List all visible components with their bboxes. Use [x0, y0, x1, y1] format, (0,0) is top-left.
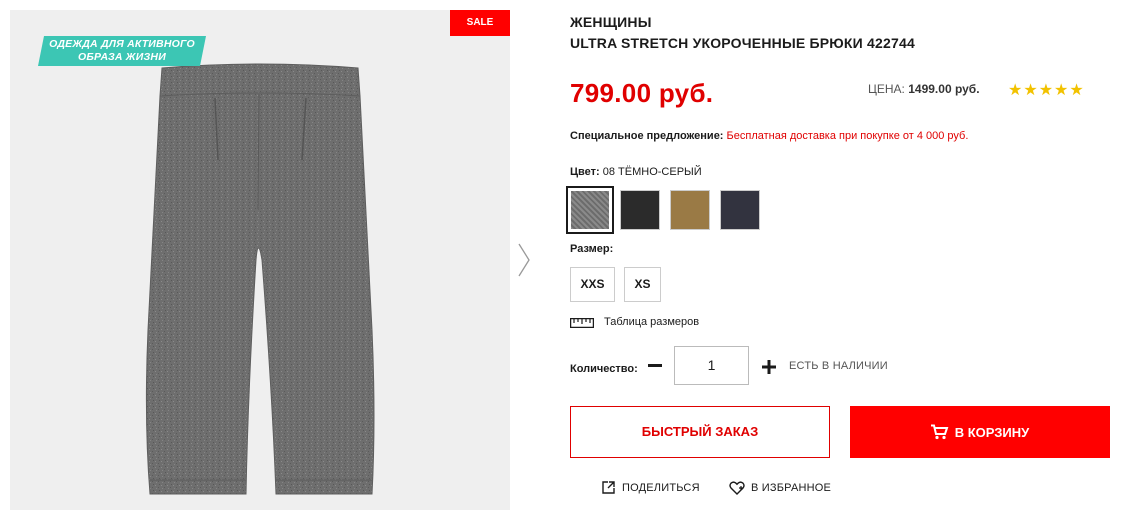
size-option-xs[interactable]: XS — [624, 267, 661, 302]
color-swatch-dark-gray[interactable] — [566, 186, 614, 234]
stock-status: ЕСТЬ В НАЛИЧИИ — [789, 360, 888, 372]
product-category: ЖЕНЩИНЫ — [570, 14, 652, 30]
rating-stars[interactable]: ★★★★★ — [1008, 80, 1085, 100]
share-icon — [602, 481, 615, 494]
color-label: Цвет: 08 ТЁМНО-СЕРЫЙ — [570, 166, 702, 178]
color-swatch-navy[interactable] — [720, 190, 760, 230]
cart-icon — [930, 424, 949, 440]
special-offer-text: Бесплатная доставка при покупке от 4 000… — [726, 130, 969, 142]
size-label: Размер: — [570, 243, 614, 255]
size-option-xxs[interactable]: XXS — [570, 267, 615, 302]
wishlist-link[interactable]: В ИЗБРАННОЕ — [729, 481, 831, 495]
sale-badge: SALE — [450, 10, 510, 36]
ruler-icon — [570, 318, 594, 328]
original-price-value: 1499.00 руб. — [908, 82, 980, 96]
active-lifestyle-badge-text: ОДЕЖДА ДЛЯ АКТИВНОГО ОБРАЗА ЖИЗНИ — [49, 38, 195, 63]
selected-color-name: 08 ТЁМНО-СЕРЫЙ — [602, 166, 702, 178]
special-offer: Специальное предложение: Бесплатная дост… — [570, 130, 968, 142]
active-lifestyle-badge: ОДЕЖДА ДЛЯ АКТИВНОГО ОБРАЗА ЖИЗНИ — [38, 36, 206, 66]
add-to-cart-label: В КОРЗИНУ — [954, 424, 1030, 440]
size-chart-label: Таблица размеров — [604, 316, 700, 328]
original-price: ЦЕНА: 1499.00 руб. — [868, 82, 980, 96]
add-to-cart-content: В КОРЗИНУ — [850, 406, 1110, 458]
pants-image — [145, 63, 375, 495]
original-price-label: ЦЕНА: — [868, 82, 905, 96]
special-offer-label: Специальное предложение: — [570, 130, 724, 142]
swatch-fill — [571, 191, 609, 229]
minus-icon[interactable] — [647, 357, 663, 375]
wishlist-label: В ИЗБРАННОЕ — [751, 482, 832, 494]
color-label-title: Цвет: — [570, 166, 600, 178]
color-swatch-black[interactable] — [620, 190, 660, 230]
heart-plus-icon — [729, 481, 745, 495]
quantity-input[interactable]: 1 — [674, 346, 749, 385]
chevron-right-icon[interactable] — [516, 242, 532, 278]
share-label: ПОДЕЛИТЬСЯ — [622, 481, 700, 494]
plus-icon[interactable] — [761, 359, 777, 375]
swatch-fill — [621, 191, 659, 229]
share-link[interactable]: ПОДЕЛИТЬСЯ — [602, 481, 700, 494]
product-title: ULTRA STRETCH УКОРОЧЕННЫЕ БРЮКИ 422744 — [570, 35, 915, 51]
product-image[interactable]: ОДЕЖДА ДЛЯ АКТИВНОГО ОБРАЗА ЖИЗНИ — [10, 10, 510, 510]
color-swatch-brown[interactable] — [670, 190, 710, 230]
swatch-fill — [671, 191, 709, 229]
quick-order-button[interactable]: БЫСТРЫЙ ЗАКАЗ — [570, 406, 830, 458]
quantity-label: Количество: — [570, 363, 638, 375]
swatch-fill — [721, 191, 759, 229]
sale-price: 799.00 руб. — [570, 78, 714, 108]
add-to-cart-button[interactable]: В КОРЗИНУ — [850, 406, 1110, 458]
